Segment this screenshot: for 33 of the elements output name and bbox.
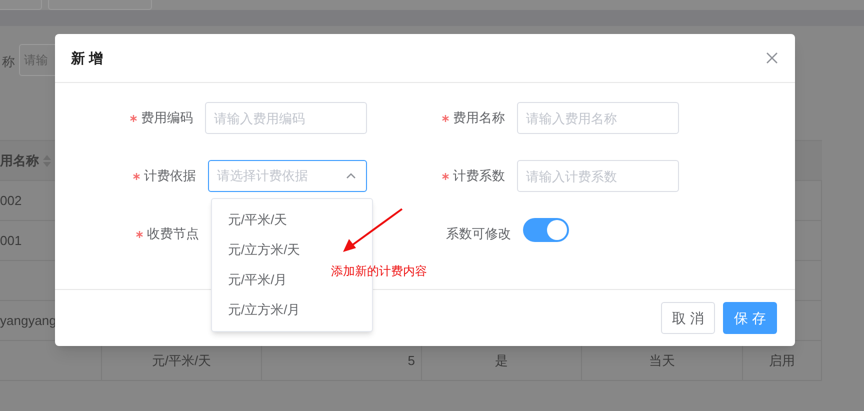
text-field[interactable]: 请输入费用编码 [205, 102, 367, 134]
field-label: 系数可修改 [446, 225, 511, 244]
tab[interactable] [0, 0, 42, 10]
table-cell-text: 元/平米/天 [152, 352, 212, 370]
field-label: 费用编码 [141, 109, 193, 128]
tab[interactable] [48, 0, 152, 10]
dropdown-option[interactable]: 元/立方米/天 [228, 240, 300, 260]
table-cell-text: 002 [0, 192, 22, 210]
dropdown-option[interactable]: 元/平米/天 [228, 210, 288, 230]
dropdown-option[interactable]: 元/立方米/月 [228, 300, 300, 320]
table-cell-text: yangyang [0, 312, 56, 330]
text-field[interactable]: 请输入计费系数 [517, 160, 679, 192]
field-label: 计费依据 [144, 167, 196, 186]
table-cell-text: 当天 [649, 352, 675, 370]
close-icon[interactable] [766, 52, 778, 64]
cancel-button[interactable]: 取 消 [661, 302, 715, 334]
annotation-text: 添加新的计费内容 [331, 263, 427, 280]
search-label: 称 [2, 53, 15, 71]
chevron-icon [346, 173, 356, 179]
table-cell-text: 001 [0, 232, 22, 250]
annotation-arrow [341, 207, 405, 255]
table-cell-text: 启用 [769, 352, 795, 370]
column-header: 用名称 [0, 152, 39, 170]
field-label: 计费系数 [453, 167, 505, 186]
table-cell-text: 5 [408, 352, 415, 370]
field-label: 费用名称 [453, 109, 505, 128]
dropdown-option[interactable]: 元/平米/月 [228, 270, 288, 290]
text-field[interactable]: 请输入费用名称 [517, 102, 679, 134]
select-placeholder: 请选择计费依据 [216, 167, 308, 186]
field-label: 收费节点 [147, 225, 199, 244]
toggle-switch[interactable] [523, 218, 569, 242]
table-cell-text: 是 [495, 352, 508, 370]
dialog-title: 新 增 [71, 48, 103, 68]
